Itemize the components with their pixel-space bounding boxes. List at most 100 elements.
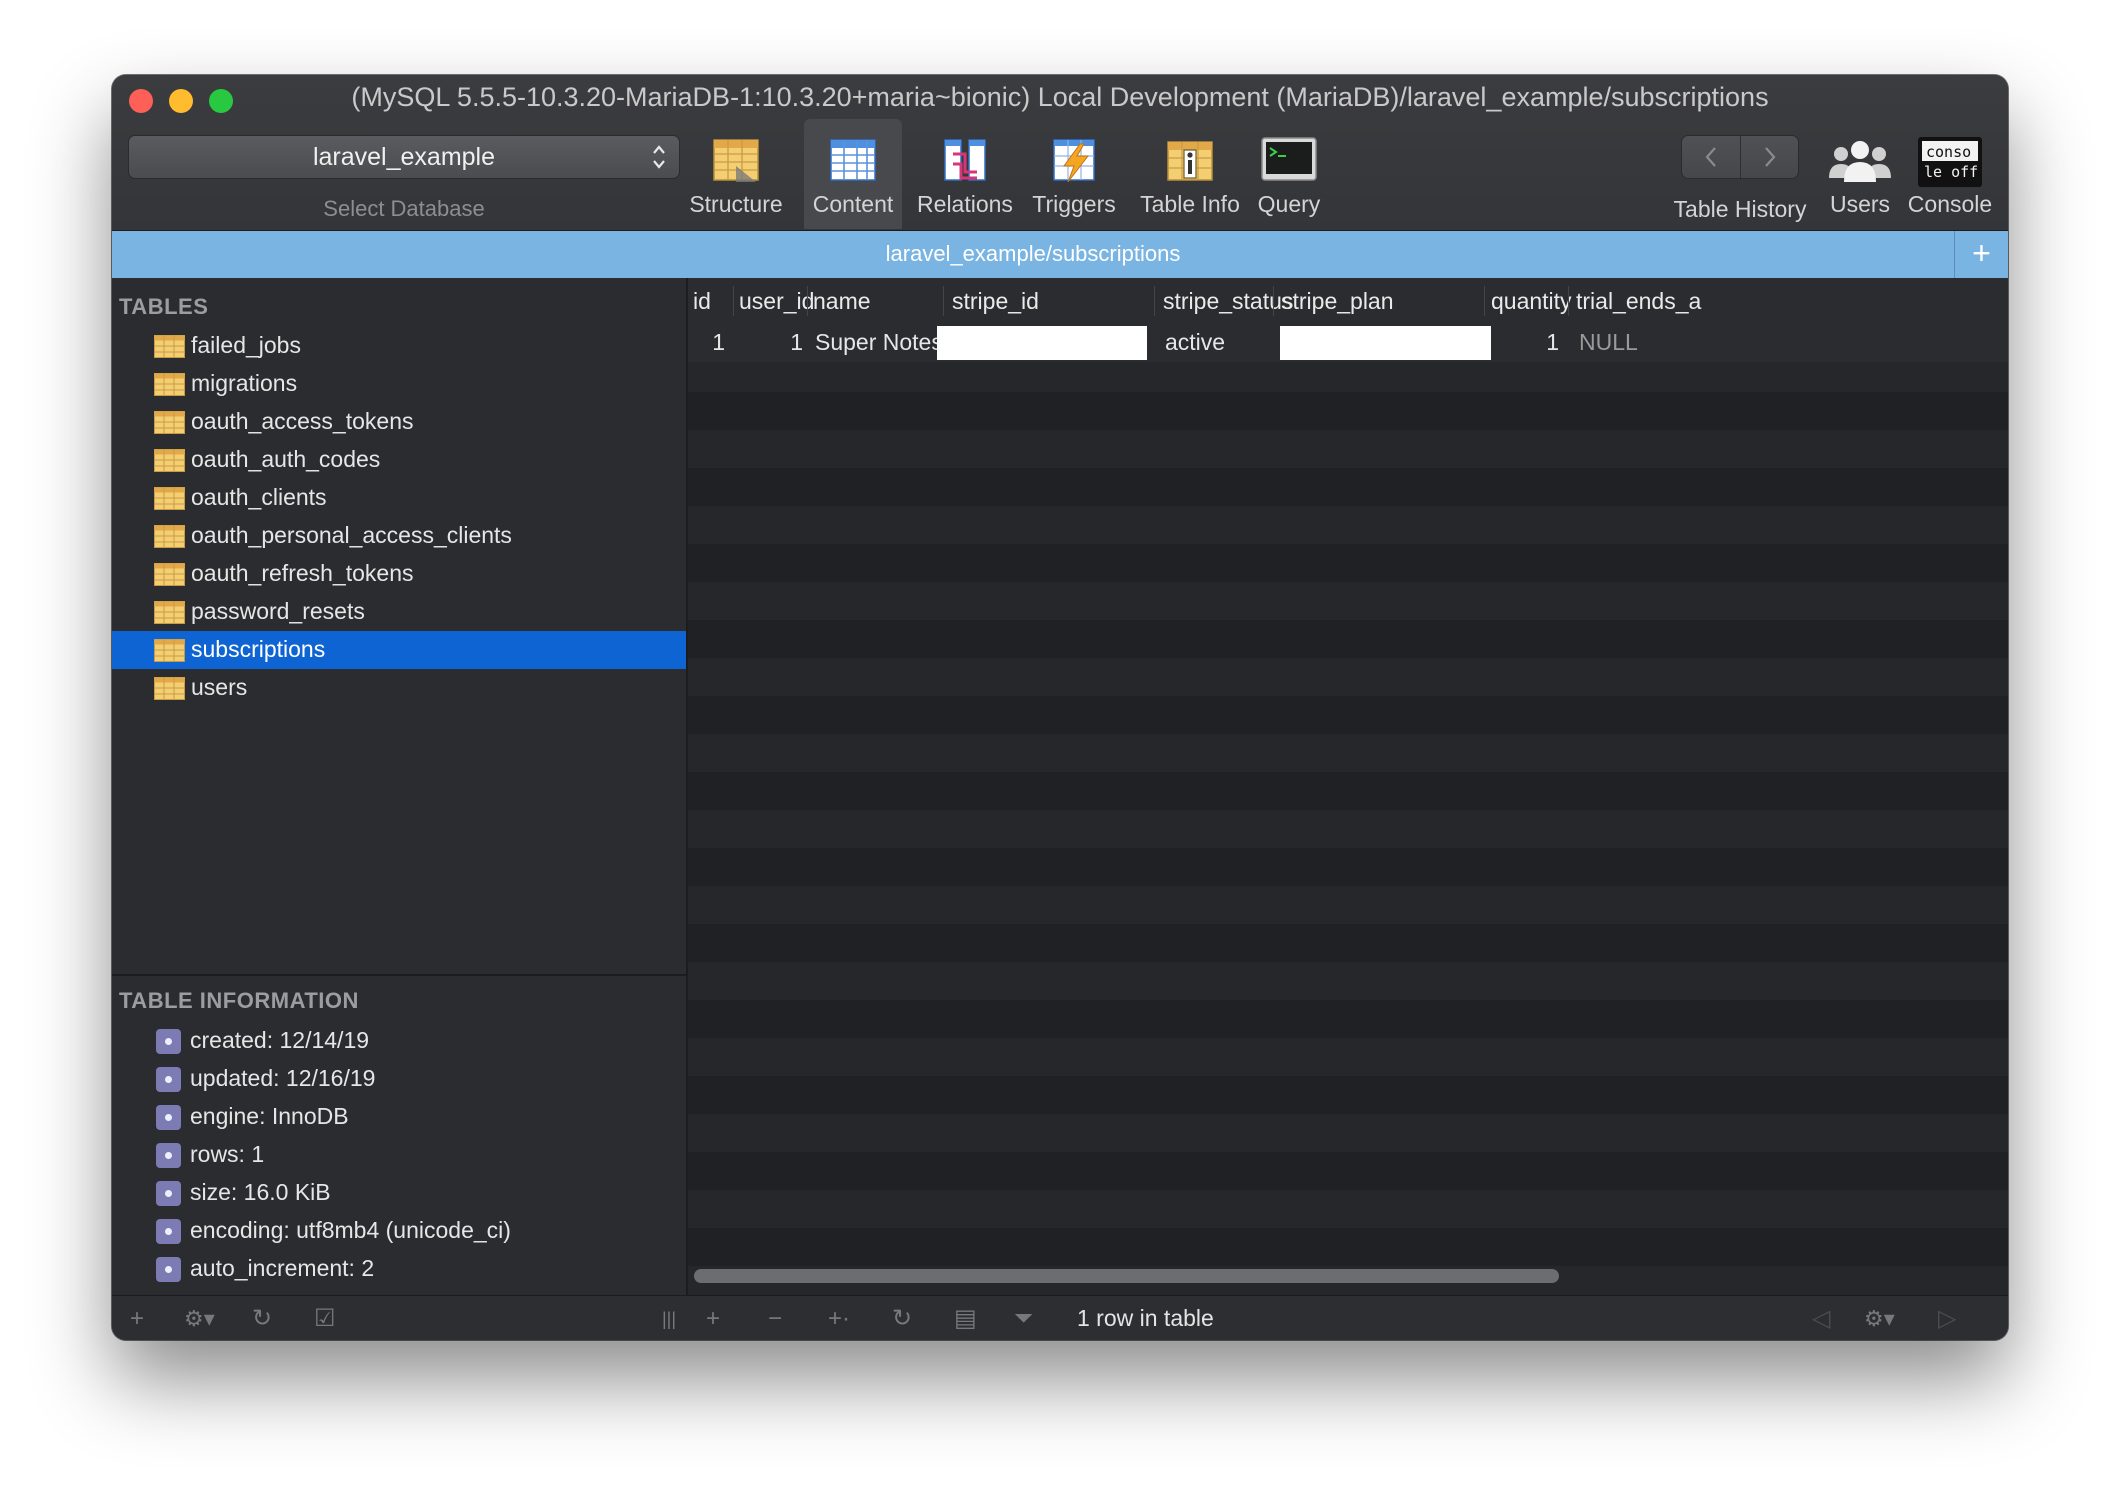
tool-label: Users	[1829, 191, 1891, 217]
split-handle-icon[interactable]: |||	[662, 1308, 676, 1330]
table-icon	[154, 411, 185, 434]
add-tab-button[interactable]: +	[1955, 231, 2008, 278]
column-header-stripe-id[interactable]: stripe_id	[952, 288, 1039, 315]
cell-stripe-plan[interactable]	[1280, 326, 1491, 360]
table-item[interactable]: subscriptions	[112, 631, 686, 669]
cell-trial-ends-at[interactable]: NULL	[1579, 329, 1638, 356]
chevron-left-icon	[1705, 147, 1716, 167]
remove-row-icon[interactable]: −	[768, 1307, 782, 1331]
table-item-label: oauth_refresh_tokens	[191, 560, 414, 586]
table-item[interactable]: oauth_clients	[112, 479, 686, 517]
table-info-text: engine: InnoDB	[190, 1103, 349, 1129]
tool-label: Structure	[689, 191, 783, 217]
query-tab-button[interactable]: Query	[1242, 119, 1336, 229]
database-select-value: laravel_example	[312, 143, 496, 171]
table-item[interactable]: oauth_auth_codes	[112, 441, 686, 479]
tool-label: Triggers	[1032, 191, 1116, 217]
table-item-label: oauth_clients	[191, 484, 327, 510]
history-back-button[interactable]	[1682, 136, 1741, 178]
relations-tab-button[interactable]: Relations	[910, 119, 1020, 229]
users-button[interactable]: Users	[1822, 119, 1898, 229]
refresh-content-icon[interactable]: ↻	[892, 1307, 912, 1331]
table-item[interactable]: oauth_personal_access_clients	[112, 517, 686, 555]
export-icon[interactable]: ▤	[954, 1307, 977, 1331]
table-icon	[154, 373, 185, 396]
horizontal-scrollbar[interactable]	[694, 1269, 1559, 1283]
tool-label: Console	[1907, 191, 1993, 217]
toggle-info-icon[interactable]: ☑	[314, 1307, 336, 1331]
table-icon	[154, 335, 185, 358]
toolbar: (MySQL 5.5.5-10.3.20-MariaDB-1:10.3.20+m…	[112, 75, 2008, 231]
table-item[interactable]: password_resets	[112, 593, 686, 631]
column-header-name[interactable]: name	[813, 288, 871, 315]
next-page-icon[interactable]: ▷	[1938, 1307, 1956, 1331]
triggers-tab-button[interactable]: Triggers	[1020, 119, 1128, 229]
pagination-gear-icon[interactable]: ⚙▾	[1864, 1308, 1895, 1330]
tool-label: Query	[1257, 191, 1321, 217]
column-separator[interactable]	[1568, 286, 1569, 316]
database-select[interactable]: laravel_example	[128, 135, 680, 179]
cell-id[interactable]: 1	[688, 329, 725, 356]
column-separator[interactable]	[1484, 286, 1485, 316]
table-item[interactable]: failed_jobs	[112, 327, 686, 365]
column-separator[interactable]	[733, 286, 734, 316]
content-tab-button[interactable]: Content	[804, 119, 902, 229]
sidebar: TABLES failed_jobs migrations oauth_access…	[112, 278, 688, 1295]
console-icon-line2: le off	[1924, 163, 1978, 181]
column-header-stripe-plan[interactable]: stripe_plan	[1281, 288, 1394, 315]
info-bullet-icon	[156, 1257, 181, 1282]
add-table-icon[interactable]: +	[130, 1307, 144, 1331]
sidebar-divider[interactable]	[112, 974, 686, 976]
table-info-heading: TABLE INFORMATION	[119, 988, 359, 1013]
table-info-item: updated: 12/16/19	[112, 1060, 686, 1098]
structure-icon	[713, 139, 759, 182]
add-row-icon[interactable]: +	[706, 1307, 720, 1331]
gear-icon[interactable]: ⚙▾	[184, 1308, 215, 1330]
console-button[interactable]: conso le off Console	[1898, 119, 2002, 229]
table-info-text: auto_increment: 2	[190, 1255, 375, 1281]
filter-icon[interactable]: ⏷	[1014, 1307, 1033, 1331]
column-header-user-id[interactable]: user_id	[739, 288, 814, 315]
cell-stripe-id[interactable]	[937, 326, 1147, 360]
column-separator[interactable]	[1154, 286, 1155, 316]
table-info-item: auto_increment: 2	[112, 1250, 686, 1288]
console-icon: conso le off	[1918, 137, 1982, 187]
relations-icon	[944, 139, 986, 181]
structure-tab-button[interactable]: Structure	[688, 119, 784, 229]
table-row[interactable]: 1 1 Super Notes active 1 NULL	[688, 324, 2008, 362]
query-icon	[1261, 137, 1317, 181]
table-item-label: subscriptions	[191, 636, 326, 662]
info-bullet-icon	[156, 1105, 181, 1130]
column-separator[interactable]	[807, 286, 808, 316]
content-icon	[830, 139, 876, 181]
cell-user-id[interactable]: 1	[739, 329, 803, 356]
table-item[interactable]: migrations	[112, 365, 686, 403]
table-item[interactable]: users	[112, 669, 686, 707]
active-tab[interactable]: laravel_example/subscriptions	[112, 241, 1954, 267]
table-item-label: oauth_auth_codes	[191, 446, 381, 472]
duplicate-row-icon[interactable]: +·	[828, 1307, 850, 1331]
table-history-control	[1681, 135, 1799, 179]
column-header-quantity[interactable]: quantity	[1491, 288, 1572, 315]
table-info-tab-button[interactable]: Table Info	[1124, 119, 1256, 229]
table-item[interactable]: oauth_refresh_tokens	[112, 555, 686, 593]
table-info-item: size: 16.0 KiB	[112, 1174, 686, 1212]
cell-quantity[interactable]: 1	[1491, 329, 1559, 356]
previous-page-icon[interactable]: ◁	[1812, 1307, 1830, 1331]
table-item[interactable]: oauth_access_tokens	[112, 403, 686, 441]
column-header-trial-ends-at[interactable]: trial_ends_a	[1576, 288, 1701, 315]
table-info-text: updated: 12/16/19	[190, 1065, 376, 1091]
cell-stripe-status[interactable]: active	[1165, 329, 1225, 356]
column-separator[interactable]	[943, 286, 944, 316]
table-info-text: created: 12/14/19	[190, 1027, 370, 1053]
column-header-id[interactable]: id	[693, 288, 711, 315]
table-icon	[154, 525, 185, 548]
content-grid[interactable]: id user_id name stripe_id stripe_status …	[688, 278, 2008, 1295]
column-separator[interactable]	[1273, 286, 1274, 316]
cell-name[interactable]: Super Notes	[815, 329, 943, 356]
refresh-tables-icon[interactable]: ↻	[252, 1307, 272, 1331]
history-forward-button[interactable]	[1741, 136, 1799, 178]
table-info-text: rows: 1	[190, 1141, 265, 1167]
app-window: (MySQL 5.5.5-10.3.20-MariaDB-1:10.3.20+m…	[112, 75, 2008, 1340]
bottom-bar: + ⚙▾ ↻ ☑ ||| + − +· ↻ ▤ ⏷ 1 row in table…	[112, 1295, 2008, 1340]
